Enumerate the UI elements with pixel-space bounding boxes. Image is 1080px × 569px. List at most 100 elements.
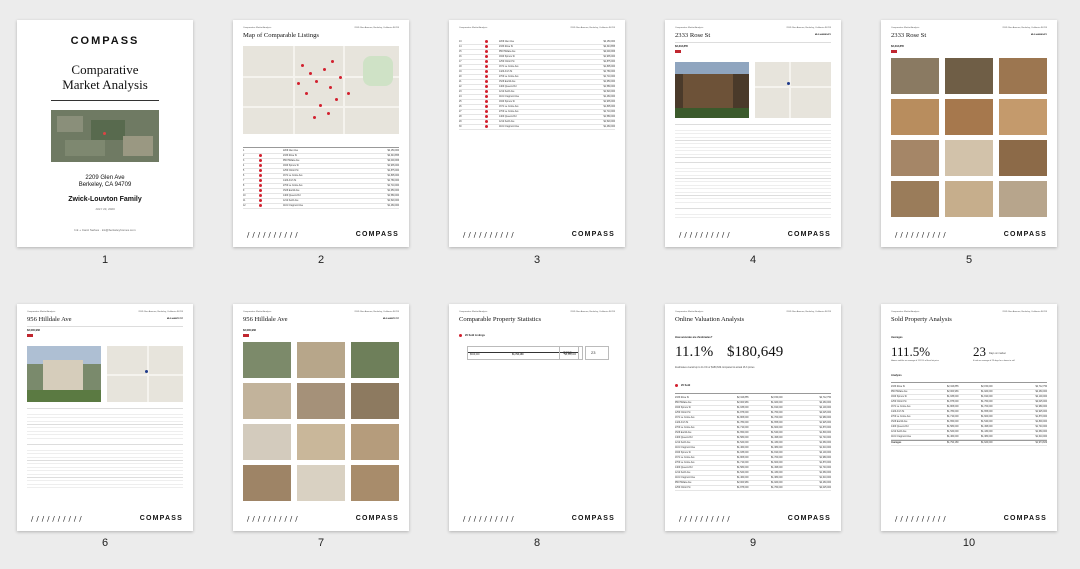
days-on-market-value: 23 bbox=[973, 344, 986, 359]
gallery-photo bbox=[351, 424, 399, 460]
page-number-8: 8 bbox=[533, 537, 541, 549]
page-thumbnail-3[interactable]: Comparative Market Analysis 2209 Glen Av… bbox=[449, 20, 625, 247]
property-price: $2,000,966 bbox=[243, 329, 256, 332]
page-thumbnail-1[interactable]: COMPASS Comparative Market Analysis 2209… bbox=[17, 20, 193, 247]
property-photo bbox=[27, 346, 101, 402]
remarks-block bbox=[675, 212, 831, 220]
property-price: $2,343,855 bbox=[675, 45, 688, 48]
details-block bbox=[27, 412, 183, 440]
gallery-photo bbox=[243, 424, 291, 460]
gallery-photo bbox=[891, 58, 939, 94]
price-per-sqft-box: $755 bbox=[559, 346, 583, 360]
cover-prepared-for: Zwick-Louvton Family bbox=[68, 196, 142, 203]
details-block bbox=[675, 128, 831, 158]
cover-divider bbox=[51, 100, 159, 101]
gallery-photo bbox=[945, 140, 993, 176]
cover-agent-line: Ink + Carol Serkes · ink@berkeleyhomes.c… bbox=[74, 228, 136, 232]
page-number-4: 4 bbox=[749, 254, 757, 266]
page-footer: //////////COMPASS bbox=[247, 515, 399, 523]
page-title: Sold Property Analysis bbox=[891, 316, 952, 323]
sold-marker-icon bbox=[675, 384, 679, 388]
page-thumbnail-6[interactable]: Comparative Market Analysis 2209 Glen Av… bbox=[17, 304, 193, 531]
cover-date: JULY 23, 2020 bbox=[95, 207, 115, 211]
valuation-question: How accurate are Zestimates? bbox=[675, 336, 713, 339]
gallery-photo bbox=[351, 342, 399, 378]
property-price: $2,343,855 bbox=[891, 45, 904, 48]
compass-logo: COMPASS bbox=[70, 35, 140, 47]
list-price-ratio-note: Homes sold for an average of 111.5% of t… bbox=[891, 360, 939, 362]
page-header-left: Comparative Market Analysis bbox=[243, 311, 272, 313]
page-header-right: 2209 Glen Avenue, Berkeley, California 9… bbox=[1002, 311, 1047, 313]
page-title: Online Valuation Analysis bbox=[675, 316, 745, 323]
mls-number: MLS #40871727 bbox=[382, 318, 399, 320]
valuation-note: Zestimates overall up to 11.1% or $180,6… bbox=[675, 366, 755, 369]
page-header-left: Comparative Market Analysis bbox=[459, 311, 488, 313]
page-thumbnail-10[interactable]: Comparative Market Analysis 2209 Glen Av… bbox=[881, 304, 1057, 531]
page-thumbnail-4[interactable]: Comparative Market Analysis 2209 Glen Av… bbox=[665, 20, 841, 247]
page-footer: //////////COMPASS bbox=[31, 515, 183, 523]
page-number-2: 2 bbox=[317, 254, 325, 266]
cover-address-line2: Berkeley, CA 94709 bbox=[78, 182, 132, 188]
page-number-6: 6 bbox=[101, 537, 109, 549]
valuation-percent: 11.1% bbox=[675, 344, 714, 360]
page-thumbnail-2[interactable]: Comparative Market Analysis 2209 Glen Av… bbox=[233, 20, 409, 247]
analysis-heading: Analysis bbox=[891, 374, 902, 377]
gallery-photo bbox=[999, 181, 1047, 217]
page-footer: //////////COMPASS bbox=[463, 515, 615, 523]
property-title: 956 Hilldale Ave bbox=[243, 316, 288, 323]
gallery-photo bbox=[945, 58, 993, 94]
cover-title-line1: Comparative bbox=[71, 62, 139, 77]
page-header-left: Comparative Market Analysis bbox=[459, 27, 488, 29]
page-header-right: 2209 Glen Avenue, Berkeley, California 9… bbox=[570, 27, 615, 29]
gallery-photo bbox=[243, 465, 291, 501]
days-on-market-box: 23 bbox=[585, 346, 609, 360]
page-header-right: 2209 Glen Avenue, Berkeley, California 9… bbox=[786, 311, 831, 313]
gallery-photo bbox=[297, 342, 345, 378]
list-price-ratio: 111.5% bbox=[891, 344, 931, 359]
page-footer: //////////COMPASS bbox=[679, 515, 831, 523]
gallery-photo bbox=[945, 99, 993, 135]
page-header-right: 2209 Glen Avenue, Berkeley, California 9… bbox=[786, 27, 831, 29]
gallery-photo bbox=[999, 140, 1047, 176]
valuation-amount: $180,649 bbox=[727, 344, 784, 360]
gallery-photo bbox=[351, 383, 399, 419]
property-photo bbox=[675, 62, 749, 118]
property-map bbox=[107, 346, 183, 402]
section-heading: 20 Sold bbox=[681, 384, 691, 387]
page-footer: //////////COMPASS bbox=[895, 231, 1047, 239]
gallery-photo bbox=[891, 181, 939, 217]
page-number-5: 5 bbox=[965, 254, 973, 266]
listing-row: 12 1101 Cragmont Ave $1,460,000 bbox=[243, 204, 399, 209]
page-footer: //////////COMPASS bbox=[463, 231, 615, 239]
sold-badge bbox=[27, 334, 33, 337]
page-header-left: Comparative Market Analysis bbox=[27, 311, 56, 313]
page-thumbnail-5[interactable]: Comparative Market Analysis 2209 Glen Av… bbox=[881, 20, 1057, 247]
page-number-3: 3 bbox=[533, 254, 541, 266]
property-title: 956 Hilldale Ave bbox=[27, 316, 72, 323]
sold-badge bbox=[675, 50, 681, 53]
cover-aerial-photo bbox=[51, 110, 159, 162]
page-footer: //////////COMPASS bbox=[679, 231, 831, 239]
page-header-right: 2209 Glen Avenue, Berkeley, California 9… bbox=[1002, 27, 1047, 29]
page-thumbnail-8[interactable]: Comparative Market Analysis 2209 Glen Av… bbox=[449, 304, 625, 531]
page-thumbnail-7[interactable]: Comparative Market Analysis 2209 Glen Av… bbox=[233, 304, 409, 531]
page-header-left: Comparative Market Analysis bbox=[675, 27, 704, 29]
sold-badge bbox=[891, 50, 897, 53]
page-thumbnail-9[interactable]: Comparative Market Analysis 2209 Glen Av… bbox=[665, 304, 841, 531]
page-number-7: 7 bbox=[317, 537, 325, 549]
gallery-photo bbox=[891, 140, 939, 176]
property-map bbox=[755, 62, 831, 118]
gallery-photo bbox=[297, 383, 345, 419]
section-heading: Averages bbox=[891, 336, 903, 339]
page-title: Comparable Property Statistics bbox=[459, 316, 542, 323]
days-on-market-note: It took an average of 23 days for a home… bbox=[973, 360, 1015, 362]
mls-number: MLS #40893471 bbox=[814, 34, 831, 36]
property-title: 2333 Rose St bbox=[891, 32, 927, 39]
page-number-1: 1 bbox=[101, 254, 109, 266]
gallery-photo bbox=[891, 99, 939, 135]
page-title: Map of Comparable Listings bbox=[243, 32, 319, 39]
page-footer: //////////COMPASS bbox=[247, 231, 399, 239]
property-price: $2,000,966 bbox=[27, 329, 40, 332]
features-block bbox=[675, 166, 831, 204]
mls-number: MLS #40871727 bbox=[166, 318, 183, 320]
